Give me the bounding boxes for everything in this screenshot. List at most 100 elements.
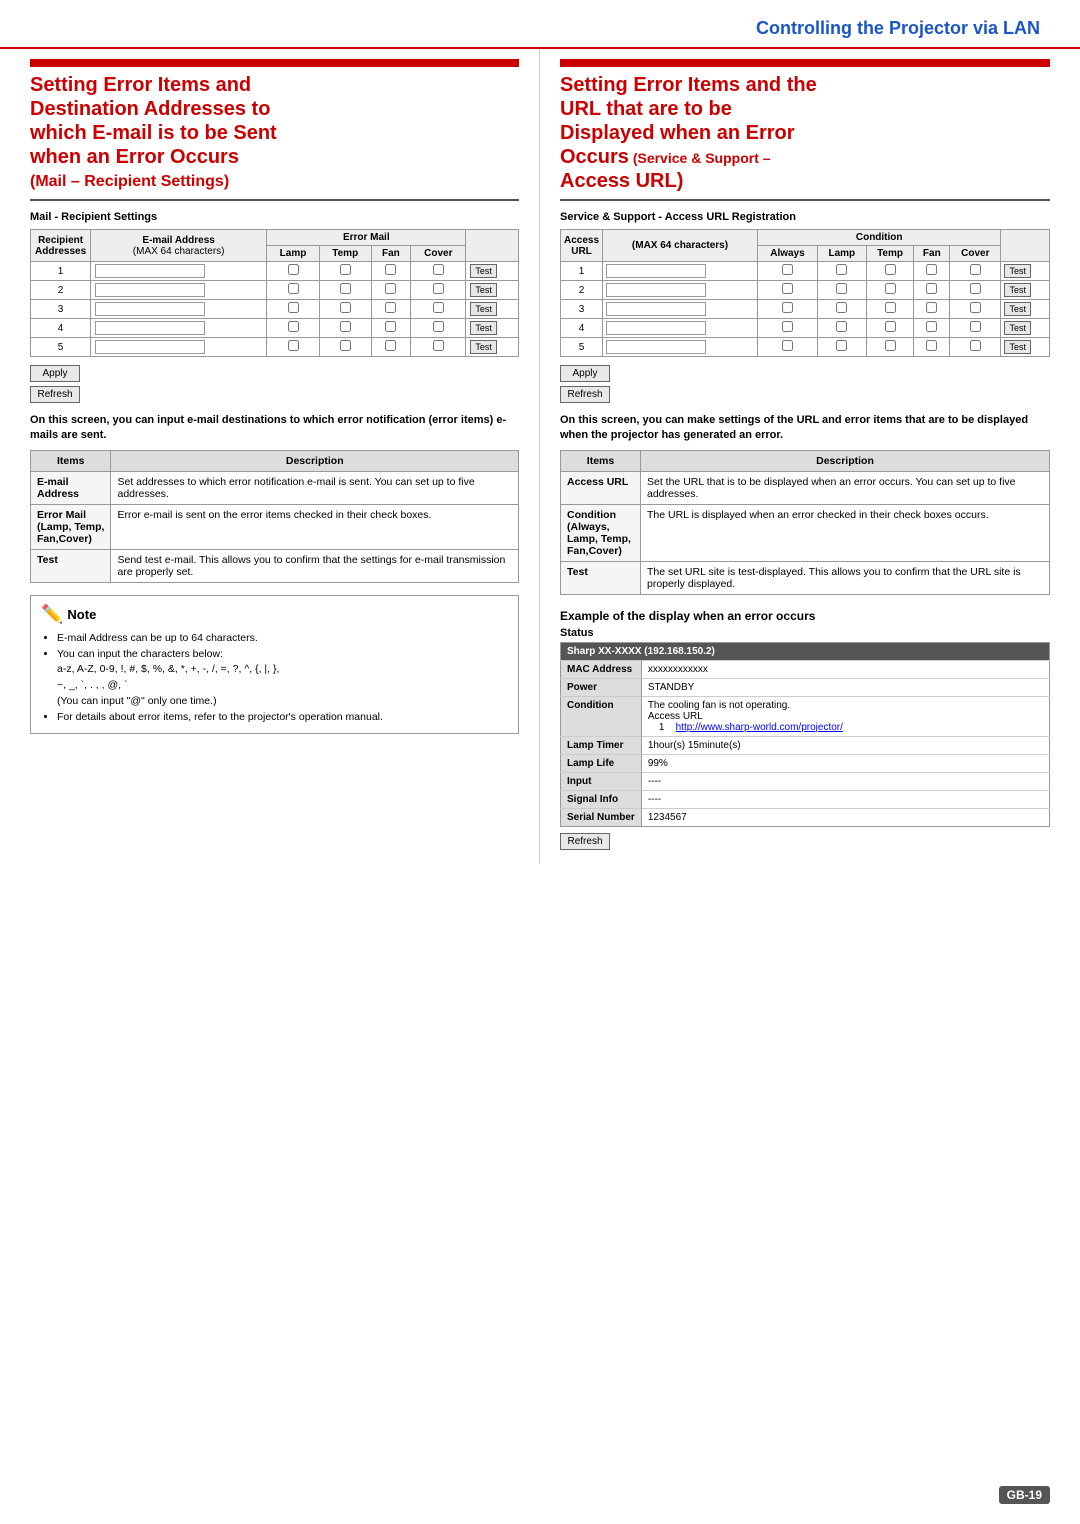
list-item: E-mail Address can be up to 64 character… <box>57 631 508 647</box>
temp-cb-2[interactable] <box>340 283 351 294</box>
list-item: Power STANDBY <box>561 678 1050 696</box>
fan-cb-1[interactable] <box>385 264 396 275</box>
lamp-cb-3[interactable] <box>288 302 299 313</box>
cover-r-cb-3[interactable] <box>970 302 981 313</box>
email-input-3[interactable] <box>95 302 205 316</box>
temp-r-cb-4[interactable] <box>885 321 896 332</box>
status-device-row: Sharp XX-XXXX (192.168.150.2) <box>561 642 1050 660</box>
status-serial-value: 1234567 <box>641 808 1049 826</box>
list-item: MAC Address xxxxxxxxxxxx <box>561 660 1050 678</box>
th-email: E-mail Address(MAX 64 characters) <box>91 230 267 262</box>
cover-cb-4[interactable] <box>433 321 444 332</box>
fan-r-cb-2[interactable] <box>926 283 937 294</box>
lamp-r-cb-4[interactable] <box>836 321 847 332</box>
url-input-4[interactable] <box>606 321 706 335</box>
list-item: Test Send test e-mail. This allows you t… <box>31 549 519 582</box>
temp-r-cb-5[interactable] <box>885 340 896 351</box>
always-cb-2[interactable] <box>782 283 793 294</box>
right-column: Setting Error Items and the URL that are… <box>540 49 1060 864</box>
status-mac-label: MAC Address <box>561 660 642 678</box>
temp-r-cb-3[interactable] <box>885 302 896 313</box>
test-r-btn-3[interactable]: Test <box>1004 302 1031 316</box>
temp-r-cb-1[interactable] <box>885 264 896 275</box>
cover-r-cb-2[interactable] <box>970 283 981 294</box>
right-refresh-button[interactable]: Refresh <box>560 386 610 403</box>
status-signal-value: ---- <box>641 790 1049 808</box>
table-row: 4 Test <box>31 319 519 338</box>
apply-button[interactable]: Apply <box>30 365 80 382</box>
test-btn-4[interactable]: Test <box>470 321 497 335</box>
cover-cb-5[interactable] <box>433 340 444 351</box>
left-red-bar <box>30 59 519 67</box>
mail-form-table: RecipientAddresses E-mail Address(MAX 64… <box>30 229 519 357</box>
email-input-4[interactable] <box>95 321 205 335</box>
fan-r-cb-1[interactable] <box>926 264 937 275</box>
right-section-title: Setting Error Items and the URL that are… <box>560 73 1050 193</box>
temp-cb-3[interactable] <box>340 302 351 313</box>
left-divider <box>30 199 519 201</box>
temp-cb-4[interactable] <box>340 321 351 332</box>
test-r-btn-5[interactable]: Test <box>1004 340 1031 354</box>
test-r-btn-4[interactable]: Test <box>1004 321 1031 335</box>
right-red-bar <box>560 59 1050 67</box>
fan-r-cb-3[interactable] <box>926 302 937 313</box>
url-input-1[interactable] <box>606 264 706 278</box>
test-btn-5[interactable]: Test <box>470 340 497 354</box>
item-test: Test <box>31 549 111 582</box>
status-label: Status <box>560 627 1050 639</box>
always-cb-5[interactable] <box>782 340 793 351</box>
list-item: Access URL Set the URL that is to be dis… <box>561 471 1050 504</box>
always-cb-4[interactable] <box>782 321 793 332</box>
status-condition-label: Condition <box>561 696 642 736</box>
always-cb-3[interactable] <box>782 302 793 313</box>
url-input-3[interactable] <box>606 302 706 316</box>
right-apply-button[interactable]: Apply <box>560 365 610 382</box>
lamp-cb-1[interactable] <box>288 264 299 275</box>
fan-cb-4[interactable] <box>385 321 396 332</box>
test-btn-1[interactable]: Test <box>470 264 497 278</box>
th-temp-r: Temp <box>866 246 914 262</box>
always-cb-1[interactable] <box>782 264 793 275</box>
lamp-r-cb-2[interactable] <box>836 283 847 294</box>
lamp-cb-2[interactable] <box>288 283 299 294</box>
lamp-cb-4[interactable] <box>288 321 299 332</box>
cover-cb-3[interactable] <box>433 302 444 313</box>
th-cover: Cover <box>411 246 466 262</box>
temp-cb-1[interactable] <box>340 264 351 275</box>
test-r-btn-2[interactable]: Test <box>1004 283 1031 297</box>
fan-r-cb-4[interactable] <box>926 321 937 332</box>
temp-cb-5[interactable] <box>340 340 351 351</box>
two-col-layout: Setting Error Items and Destination Addr… <box>0 49 1080 864</box>
lamp-r-cb-1[interactable] <box>836 264 847 275</box>
test-btn-2[interactable]: Test <box>470 283 497 297</box>
fan-cb-2[interactable] <box>385 283 396 294</box>
test-r-btn-1[interactable]: Test <box>1004 264 1031 278</box>
refresh-button[interactable]: Refresh <box>30 386 80 403</box>
url-input-5[interactable] <box>606 340 706 354</box>
th-fan-r: Fan <box>914 246 950 262</box>
test-btn-3[interactable]: Test <box>470 302 497 316</box>
cover-r-cb-5[interactable] <box>970 340 981 351</box>
lamp-cb-5[interactable] <box>288 340 299 351</box>
status-refresh-button[interactable]: Refresh <box>560 833 610 850</box>
cover-cb-2[interactable] <box>433 283 444 294</box>
desc-col1-header: Items <box>31 450 111 471</box>
cover-r-cb-1[interactable] <box>970 264 981 275</box>
table-row: 3 Test <box>561 300 1050 319</box>
fan-cb-5[interactable] <box>385 340 396 351</box>
th-lamp: Lamp <box>267 246 320 262</box>
fan-r-cb-5[interactable] <box>926 340 937 351</box>
cover-r-cb-4[interactable] <box>970 321 981 332</box>
lamp-r-cb-3[interactable] <box>836 302 847 313</box>
email-input-5[interactable] <box>95 340 205 354</box>
url-input-2[interactable] <box>606 283 706 297</box>
email-input-1[interactable] <box>95 264 205 278</box>
list-item: Test The set URL site is test-displayed.… <box>561 561 1050 594</box>
cover-cb-1[interactable] <box>433 264 444 275</box>
lamp-r-cb-5[interactable] <box>836 340 847 351</box>
access-url-link[interactable]: http://www.sharp-world.com/projector/ <box>676 722 843 733</box>
fan-cb-3[interactable] <box>385 302 396 313</box>
temp-r-cb-2[interactable] <box>885 283 896 294</box>
email-input-2[interactable] <box>95 283 205 297</box>
table-row: 1 Test <box>31 262 519 281</box>
